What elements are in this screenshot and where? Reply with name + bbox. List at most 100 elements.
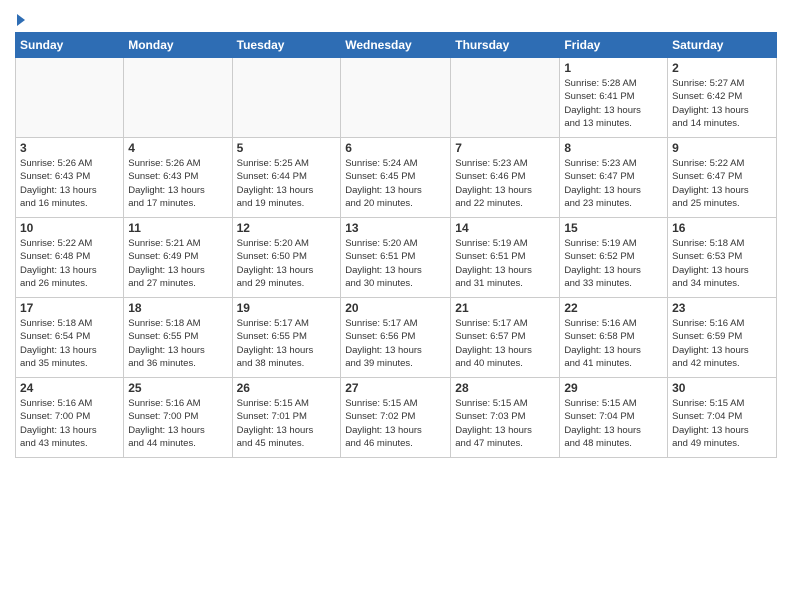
day-number: 27 (345, 381, 446, 395)
day-number: 28 (455, 381, 555, 395)
day-number: 13 (345, 221, 446, 235)
calendar-cell: 14Sunrise: 5:19 AMSunset: 6:51 PMDayligh… (451, 218, 560, 298)
week-row-2: 3 Sunrise: 5:26 AMSunset: 6:43 PMDaylight… (16, 138, 777, 218)
logo-triangle-icon (17, 14, 25, 26)
day-info: Sunrise: 5:18 AMSunset: 6:54 PMDaylight:… (20, 317, 119, 370)
week-row-1: 1 Sunrise: 5:28 AMSunset: 6:41 PMDaylight… (16, 58, 777, 138)
day-info: Sunrise: 5:20 AMSunset: 6:51 PMDaylight:… (345, 237, 446, 290)
calendar-cell: 7 Sunrise: 5:23 AMSunset: 6:46 PMDaylight… (451, 138, 560, 218)
calendar-cell: 27 Sunrise: 5:15 AMSunset: 7:02 PMDayligh… (341, 378, 451, 458)
calendar-cell: 3 Sunrise: 5:26 AMSunset: 6:43 PMDaylight… (16, 138, 124, 218)
day-number: 19 (237, 301, 337, 315)
day-number: 2 (672, 61, 772, 75)
week-row-4: 17 Sunrise: 5:18 AMSunset: 6:54 PMDayligh… (16, 298, 777, 378)
weekday-header-saturday: Saturday (668, 33, 777, 58)
day-info: Sunrise: 5:15 AMSunset: 7:04 PMDaylight:… (672, 397, 772, 450)
day-info: Sunrise: 5:21 AMSunset: 6:49 PMDaylight:… (128, 237, 227, 290)
day-number: 4 (128, 141, 227, 155)
day-info: Sunrise: 5:15 AMSunset: 7:01 PMDaylight:… (237, 397, 337, 450)
day-number: 5 (237, 141, 337, 155)
calendar-cell: 16 Sunrise: 5:18 AMSunset: 6:53 PMDayligh… (668, 218, 777, 298)
day-info: Sunrise: 5:26 AMSunset: 6:43 PMDaylight:… (20, 157, 119, 210)
calendar-cell: 2 Sunrise: 5:27 AMSunset: 6:42 PMDaylight… (668, 58, 777, 138)
day-info: Sunrise: 5:17 AMSunset: 6:55 PMDaylight:… (237, 317, 337, 370)
day-number: 22 (564, 301, 663, 315)
weekday-header-tuesday: Tuesday (232, 33, 341, 58)
day-number: 9 (672, 141, 772, 155)
day-info: Sunrise: 5:16 AMSunset: 7:00 PMDaylight:… (128, 397, 227, 450)
day-info: Sunrise: 5:23 AMSunset: 6:47 PMDaylight:… (564, 157, 663, 210)
calendar-cell (451, 58, 560, 138)
day-info: Sunrise: 5:24 AMSunset: 6:45 PMDaylight:… (345, 157, 446, 210)
calendar-cell (16, 58, 124, 138)
day-number: 14 (455, 221, 555, 235)
week-row-5: 24 Sunrise: 5:16 AMSunset: 7:00 PMDayligh… (16, 378, 777, 458)
day-number: 12 (237, 221, 337, 235)
calendar-cell: 4 Sunrise: 5:26 AMSunset: 6:43 PMDaylight… (124, 138, 232, 218)
calendar-cell: 26Sunrise: 5:15 AMSunset: 7:01 PMDayligh… (232, 378, 341, 458)
day-info: Sunrise: 5:15 AMSunset: 7:02 PMDaylight:… (345, 397, 446, 450)
day-number: 21 (455, 301, 555, 315)
weekday-header-wednesday: Wednesday (341, 33, 451, 58)
day-number: 1 (564, 61, 663, 75)
day-number: 17 (20, 301, 119, 315)
day-number: 30 (672, 381, 772, 395)
weekday-header-sunday: Sunday (16, 33, 124, 58)
day-info: Sunrise: 5:20 AMSunset: 6:50 PMDaylight:… (237, 237, 337, 290)
day-info: Sunrise: 5:17 AMSunset: 6:57 PMDaylight:… (455, 317, 555, 370)
day-info: Sunrise: 5:18 AMSunset: 6:53 PMDaylight:… (672, 237, 772, 290)
calendar-cell: 17 Sunrise: 5:18 AMSunset: 6:54 PMDayligh… (16, 298, 124, 378)
day-number: 25 (128, 381, 227, 395)
day-info: Sunrise: 5:15 AMSunset: 7:04 PMDaylight:… (564, 397, 663, 450)
day-info: Sunrise: 5:16 AMSunset: 7:00 PMDaylight:… (20, 397, 119, 450)
day-number: 10 (20, 221, 119, 235)
day-number: 3 (20, 141, 119, 155)
page-header (15, 10, 777, 26)
calendar-cell: 25 Sunrise: 5:16 AMSunset: 7:00 PMDayligh… (124, 378, 232, 458)
day-info: Sunrise: 5:15 AMSunset: 7:03 PMDaylight:… (455, 397, 555, 450)
calendar-cell: 21 Sunrise: 5:17 AMSunset: 6:57 PMDayligh… (451, 298, 560, 378)
day-info: Sunrise: 5:16 AMSunset: 6:58 PMDaylight:… (564, 317, 663, 370)
calendar-table: SundayMondayTuesdayWednesdayThursdayFrid… (15, 32, 777, 458)
calendar-cell: 15Sunrise: 5:19 AMSunset: 6:52 PMDayligh… (560, 218, 668, 298)
day-info: Sunrise: 5:26 AMSunset: 6:43 PMDaylight:… (128, 157, 227, 210)
weekday-header-monday: Monday (124, 33, 232, 58)
day-info: Sunrise: 5:18 AMSunset: 6:55 PMDaylight:… (128, 317, 227, 370)
calendar-cell: 5 Sunrise: 5:25 AMSunset: 6:44 PMDaylight… (232, 138, 341, 218)
day-info: Sunrise: 5:16 AMSunset: 6:59 PMDaylight:… (672, 317, 772, 370)
calendar-cell (124, 58, 232, 138)
day-info: Sunrise: 5:27 AMSunset: 6:42 PMDaylight:… (672, 77, 772, 130)
day-info: Sunrise: 5:22 AMSunset: 6:47 PMDaylight:… (672, 157, 772, 210)
logo (15, 14, 25, 26)
calendar-cell (232, 58, 341, 138)
calendar-cell: 29 Sunrise: 5:15 AMSunset: 7:04 PMDayligh… (560, 378, 668, 458)
day-number: 15 (564, 221, 663, 235)
calendar-cell: 23 Sunrise: 5:16 AMSunset: 6:59 PMDayligh… (668, 298, 777, 378)
calendar-cell: 22 Sunrise: 5:16 AMSunset: 6:58 PMDayligh… (560, 298, 668, 378)
day-number: 16 (672, 221, 772, 235)
calendar-cell: 8 Sunrise: 5:23 AMSunset: 6:47 PMDaylight… (560, 138, 668, 218)
calendar-cell: 6 Sunrise: 5:24 AMSunset: 6:45 PMDaylight… (341, 138, 451, 218)
weekday-header-row: SundayMondayTuesdayWednesdayThursdayFrid… (16, 33, 777, 58)
day-number: 7 (455, 141, 555, 155)
calendar-cell: 28 Sunrise: 5:15 AMSunset: 7:03 PMDayligh… (451, 378, 560, 458)
calendar-cell: 12 Sunrise: 5:20 AMSunset: 6:50 PMDayligh… (232, 218, 341, 298)
day-number: 29 (564, 381, 663, 395)
calendar-cell: 18 Sunrise: 5:18 AMSunset: 6:55 PMDayligh… (124, 298, 232, 378)
weekday-header-friday: Friday (560, 33, 668, 58)
day-info: Sunrise: 5:22 AMSunset: 6:48 PMDaylight:… (20, 237, 119, 290)
calendar-cell: 1 Sunrise: 5:28 AMSunset: 6:41 PMDaylight… (560, 58, 668, 138)
calendar-cell: 19 Sunrise: 5:17 AMSunset: 6:55 PMDayligh… (232, 298, 341, 378)
day-number: 24 (20, 381, 119, 395)
day-info: Sunrise: 5:28 AMSunset: 6:41 PMDaylight:… (564, 77, 663, 130)
day-info: Sunrise: 5:25 AMSunset: 6:44 PMDaylight:… (237, 157, 337, 210)
day-number: 23 (672, 301, 772, 315)
calendar-cell: 9 Sunrise: 5:22 AMSunset: 6:47 PMDaylight… (668, 138, 777, 218)
logo-blue-text (15, 14, 25, 26)
calendar-cell: 24 Sunrise: 5:16 AMSunset: 7:00 PMDayligh… (16, 378, 124, 458)
day-info: Sunrise: 5:23 AMSunset: 6:46 PMDaylight:… (455, 157, 555, 210)
day-number: 6 (345, 141, 446, 155)
day-number: 18 (128, 301, 227, 315)
day-number: 20 (345, 301, 446, 315)
day-number: 8 (564, 141, 663, 155)
